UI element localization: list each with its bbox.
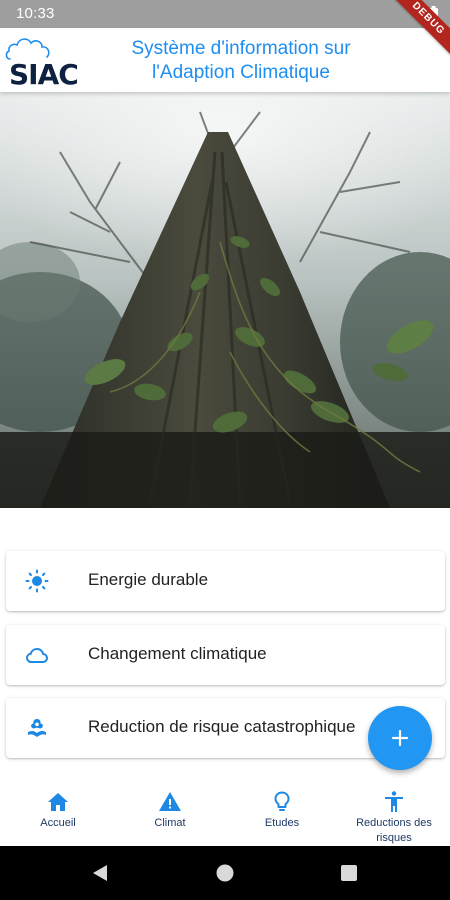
add-fab-button[interactable] [368,706,432,770]
plus-icon [391,729,409,747]
logo-text: SIAC [9,58,79,91]
app-logo: SIAC [4,32,79,91]
hero-image [0,92,450,508]
status-time: 10:33 [16,5,55,22]
app-title-line-1: Système d'information sur [131,38,351,59]
tree-photo [0,92,450,508]
status-bar: 10:33 [0,0,450,28]
sun-icon [25,569,49,593]
app-title: Système d'information sur l'Adaption Cli… [78,37,404,85]
menu-item-label: Changement climatique [88,644,267,663]
nav-item-etudes[interactable]: Etudes [226,778,338,846]
nav-item-reductions-risques[interactable]: Reductions des risques [338,778,450,846]
lightbulb-icon [274,791,290,811]
hand-plant-icon [28,719,46,737]
menu-item-label: Reduction de risque catastrophique [88,717,356,736]
cloud-icon [26,648,48,663]
nav-label: Accueil [40,817,76,829]
recents-icon[interactable] [341,865,357,881]
menu-item-changement-climatique[interactable]: Changement climatique [6,625,445,685]
warning-icon [159,792,181,811]
home-icon [48,793,68,811]
menu-item-energie-durable[interactable]: Energie durable [6,551,445,611]
nav-item-accueil[interactable]: Accueil [2,778,114,846]
nav-label: Climat [154,817,186,829]
nav-label: Reductions des risques [356,817,432,844]
system-navigation-bar [0,846,450,900]
nav-item-climat[interactable]: Climat [114,778,226,846]
app-bar: SIAC Système d'information sur l'Adaptio… [0,28,450,92]
nav-label: Etudes [264,817,300,829]
app-title-line-2: l'Adaption Climatique [152,62,330,83]
menu-item-label: Energie durable [88,570,209,589]
bottom-navigation: Accueil Climat Etudes Reductions des ris… [0,778,450,846]
home-circle-icon[interactable] [216,864,234,882]
accessibility-icon [385,791,403,812]
back-icon[interactable] [90,863,110,883]
